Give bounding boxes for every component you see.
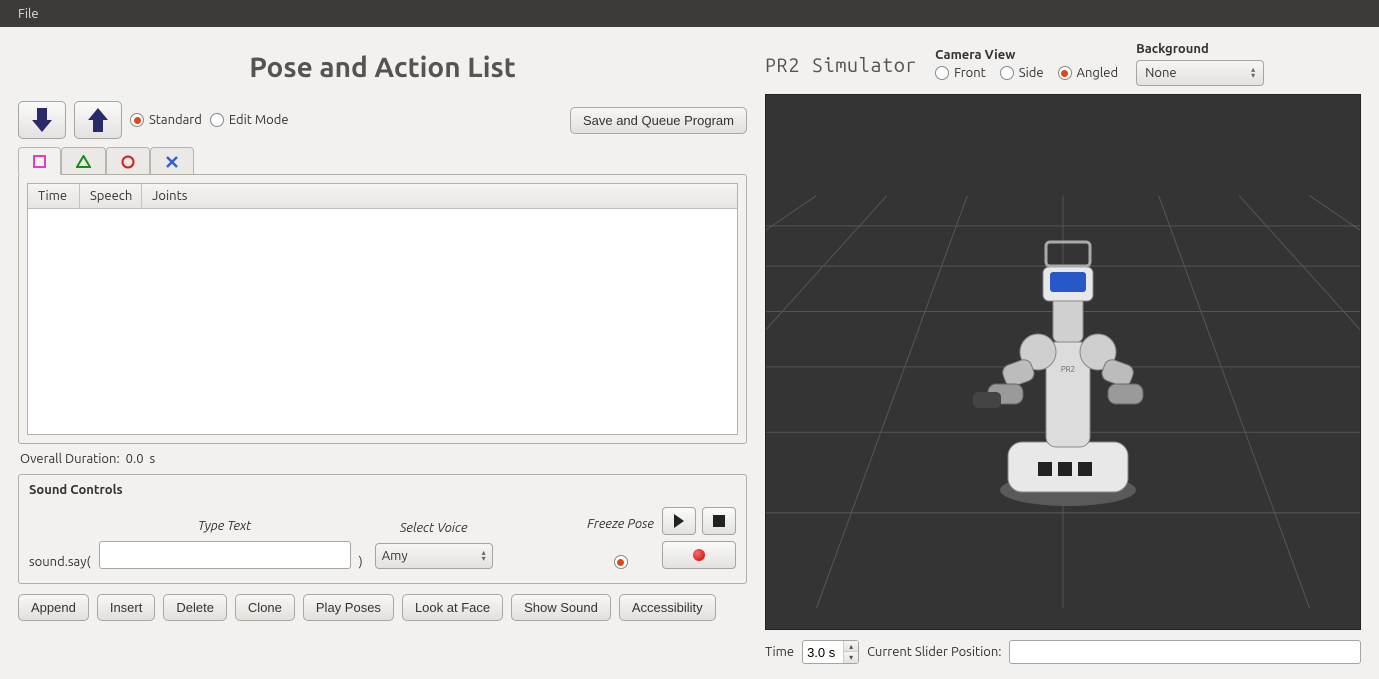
menu-file[interactable]: File — [10, 5, 47, 23]
square-icon — [33, 155, 46, 168]
slider-position-input[interactable] — [1009, 640, 1361, 664]
tab-triangle[interactable] — [61, 147, 106, 175]
time-spinner[interactable]: ▴ ▾ — [802, 640, 859, 664]
voice-selected: Amy — [382, 549, 408, 563]
pose-pane: Pose and Action List Standard Edit Mode … — [10, 37, 755, 679]
chevron-updown-icon: ▴▾ — [1251, 67, 1255, 79]
view-angled-label: Angled — [1077, 66, 1119, 80]
view-angled-radio[interactable]: Angled — [1058, 66, 1119, 80]
background-select[interactable]: None ▴▾ — [1136, 60, 1264, 86]
tab-square[interactable] — [18, 147, 61, 175]
freeze-pose-radio[interactable] — [614, 555, 628, 569]
col-joints[interactable]: Joints — [142, 184, 194, 208]
simulator-viewport[interactable]: PR2 — [765, 94, 1361, 630]
type-text-label: Type Text — [198, 519, 251, 533]
radio-icon — [210, 113, 224, 127]
select-voice-label: Select Voice — [400, 521, 468, 535]
say-suffix: ) — [359, 555, 363, 569]
tab-circle[interactable] — [106, 147, 150, 175]
chevron-updown-icon: ▴▾ — [482, 550, 486, 562]
pose-action-row: Standard Edit Mode Save and Queue Progra… — [18, 101, 747, 139]
mode-standard-radio[interactable]: Standard — [130, 113, 202, 127]
view-side-radio[interactable]: Side — [1000, 66, 1044, 80]
background-selected: None — [1145, 66, 1177, 80]
insert-button[interactable]: Insert — [97, 594, 156, 621]
svg-text:PR2: PR2 — [1061, 365, 1075, 374]
view-front-label: Front — [954, 66, 986, 80]
radio-icon — [935, 66, 949, 80]
show-sound-button[interactable]: Show Sound — [511, 594, 611, 621]
spinner-down[interactable]: ▾ — [844, 652, 858, 663]
view-front-radio[interactable]: Front — [935, 66, 986, 80]
bottom-action-bar: Append Insert Delete Clone Play Poses Lo… — [18, 594, 747, 621]
save-queue-button[interactable]: Save and Queue Program — [570, 107, 747, 134]
radio-icon — [130, 113, 144, 127]
col-time[interactable]: Time — [28, 184, 80, 208]
append-button[interactable]: Append — [18, 594, 89, 621]
circle-icon — [121, 155, 135, 169]
triangle-icon — [76, 155, 91, 168]
duration-value: 0.0 — [126, 452, 144, 466]
sound-title: Sound Controls — [29, 483, 736, 497]
play-poses-button[interactable]: Play Poses — [303, 594, 394, 621]
arrow-down-icon — [32, 108, 52, 132]
menubar: File — [0, 0, 1379, 27]
radio-icon — [1000, 66, 1014, 80]
sim-title: PR2 Simulator — [765, 53, 917, 76]
shape-tabs — [18, 147, 747, 175]
arrow-up-icon — [88, 108, 108, 132]
sound-controls: Sound Controls sound.say( Type Text ) — [18, 474, 747, 584]
duration-unit: s — [150, 452, 156, 466]
duration-label: Overall Duration: — [20, 452, 120, 466]
time-label: Time — [765, 645, 794, 659]
pose-table-header: Time Speech Joints — [28, 184, 737, 209]
accessibility-button[interactable]: Accessibility — [619, 594, 716, 621]
move-down-button[interactable] — [18, 101, 66, 139]
duration-row: Overall Duration: 0.0 s — [20, 452, 745, 466]
x-icon — [165, 155, 179, 169]
pose-table-frame: Time Speech Joints — [18, 174, 747, 444]
play-sound-button[interactable] — [662, 507, 696, 535]
look-at-face-button[interactable]: Look at Face — [402, 594, 503, 621]
sound-text-input[interactable] — [99, 541, 351, 569]
time-input[interactable] — [803, 645, 843, 660]
mode-standard-label: Standard — [149, 113, 202, 127]
delete-button[interactable]: Delete — [163, 594, 227, 621]
stop-icon — [713, 515, 725, 527]
play-icon — [673, 514, 685, 528]
record-icon — [693, 549, 705, 561]
sim-header: PR2 Simulator Camera View Front Side Ang… — [765, 42, 1361, 86]
pr2-robot-icon: PR2 — [968, 212, 1168, 512]
record-button[interactable] — [662, 541, 736, 569]
main-content: Pose and Action List Standard Edit Mode … — [0, 27, 1379, 679]
voice-select[interactable]: Amy ▴▾ — [375, 543, 493, 569]
radio-icon — [1058, 66, 1072, 80]
tab-x[interactable] — [150, 147, 194, 175]
pose-table[interactable]: Time Speech Joints — [27, 183, 738, 435]
spinner-up[interactable]: ▴ — [844, 641, 858, 652]
simulator-pane: PR2 Simulator Camera View Front Side Ang… — [765, 37, 1369, 679]
mode-edit-radio[interactable]: Edit Mode — [210, 113, 289, 127]
background-label: Background — [1136, 42, 1264, 56]
clone-button[interactable]: Clone — [235, 594, 295, 621]
mode-edit-label: Edit Mode — [229, 113, 289, 127]
move-up-button[interactable] — [74, 101, 122, 139]
col-speech[interactable]: Speech — [80, 184, 142, 208]
time-row: Time ▴ ▾ Current Slider Position: — [765, 640, 1361, 664]
freeze-pose-label: Freeze Pose — [587, 517, 654, 531]
view-side-label: Side — [1019, 66, 1044, 80]
say-prefix: sound.say( — [29, 555, 91, 569]
slider-label: Current Slider Position: — [867, 645, 1001, 659]
camera-view-label: Camera View — [935, 48, 1118, 62]
pose-title: Pose and Action List — [18, 52, 747, 83]
stop-sound-button[interactable] — [702, 507, 736, 535]
